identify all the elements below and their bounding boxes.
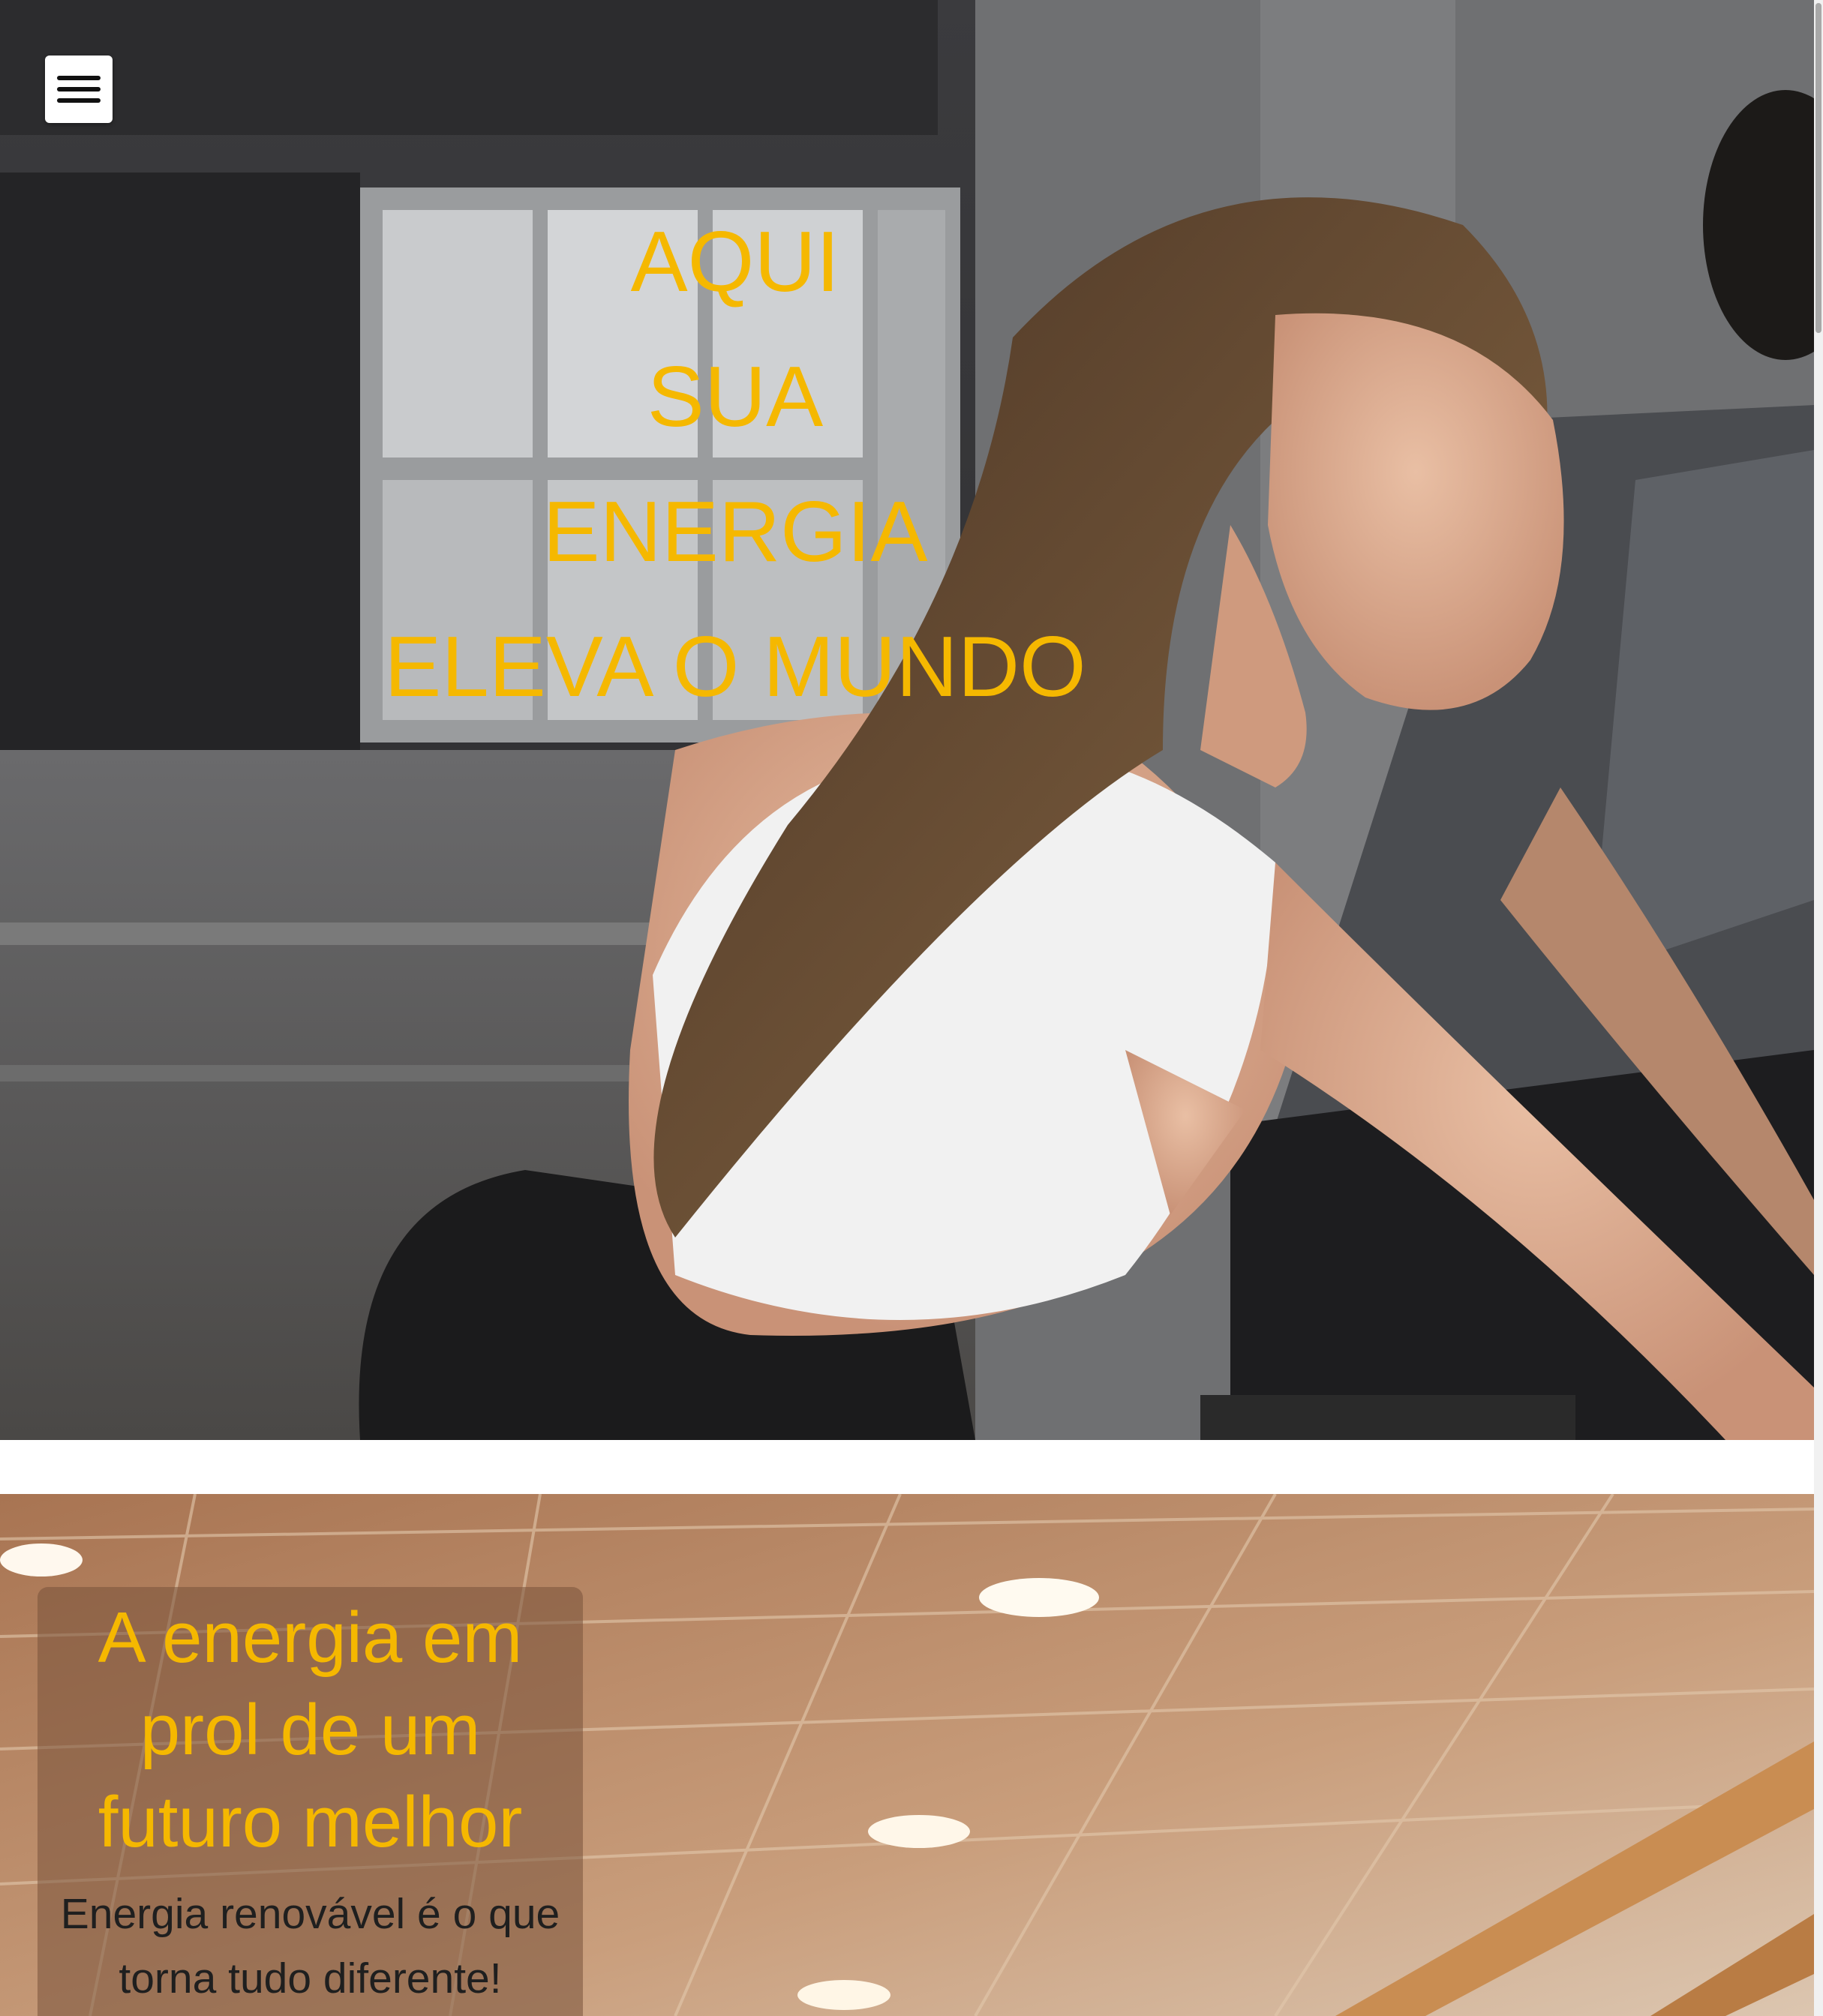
hero-heading-line-1: AQUI [630,214,840,310]
hamburger-menu-icon-bar [57,98,101,103]
scrollbar-thumb[interactable] [1815,3,1821,333]
hamburger-menu-icon-bar [57,87,101,92]
vertical-scrollbar[interactable] [1814,0,1823,2016]
hamburger-menu-button[interactable] [45,56,113,123]
energy-section-text: Energia renovável é o que torna tudo dif… [60,1890,560,2002]
hero-section: AQUI SUA ENERGIA ELEVA O MUNDO [0,0,1814,1440]
energy-info-card: A energia em prol de um futuro melhor En… [38,1587,583,2016]
hero-heading-line-2: SUA [647,350,824,445]
hero-heading: AQUI SUA ENERGIA ELEVA O MUNDO [0,195,1470,735]
energy-section: A energia em prol de um futuro melhor En… [0,1494,1814,2016]
hero-heading-line-3: ENERGIA [542,484,928,580]
energy-section-title: A energia em prol de um futuro melhor [98,1598,523,1862]
page: AQUI SUA ENERGIA ELEVA O MUNDO A energia… [0,0,1823,2016]
hero-heading-line-4: ELEVA O MUNDO [384,620,1086,715]
hamburger-menu-icon [57,76,101,80]
